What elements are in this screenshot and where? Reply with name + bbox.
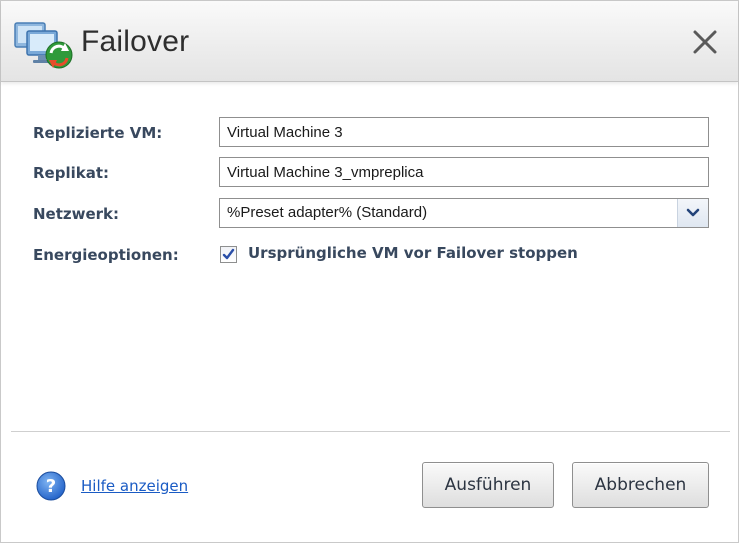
help-link[interactable]: Hilfe anzeigen [81,477,188,495]
replicated-vm-label: Replizierte VM: [33,124,163,142]
close-icon[interactable] [690,27,720,57]
power-options-label: Energieoptionen: [33,246,179,264]
stop-vm-checkbox[interactable] [220,246,237,263]
help-icon[interactable]: ? [36,471,66,501]
replica-field[interactable] [219,157,709,187]
stop-vm-checkbox-label[interactable]: Ursprüngliche VM vor Failover stoppen [248,244,578,262]
cancel-button[interactable]: Abbrechen [572,462,709,508]
replicated-vm-field[interactable] [219,117,709,147]
svg-text:?: ? [46,476,56,497]
network-selected-value: %Preset adapter% (Standard) [227,204,428,221]
run-button[interactable]: Ausführen [422,462,554,508]
checkmark-icon [222,248,235,260]
failover-computers-icon [14,22,73,69]
network-label: Netzwerk: [33,205,120,223]
network-dropdown[interactable]: %Preset adapter% (Standard) [219,198,709,228]
dropdown-toggle[interactable] [677,199,708,227]
footer-separator [11,431,730,433]
replica-label: Replikat: [33,164,110,182]
dialog-title: Failover [81,25,190,58]
chevron-down-icon [686,208,700,217]
title-bar: Failover [1,1,738,82]
failover-dialog: Failover Replizierte VM: Replikat: Netzw… [0,0,739,543]
